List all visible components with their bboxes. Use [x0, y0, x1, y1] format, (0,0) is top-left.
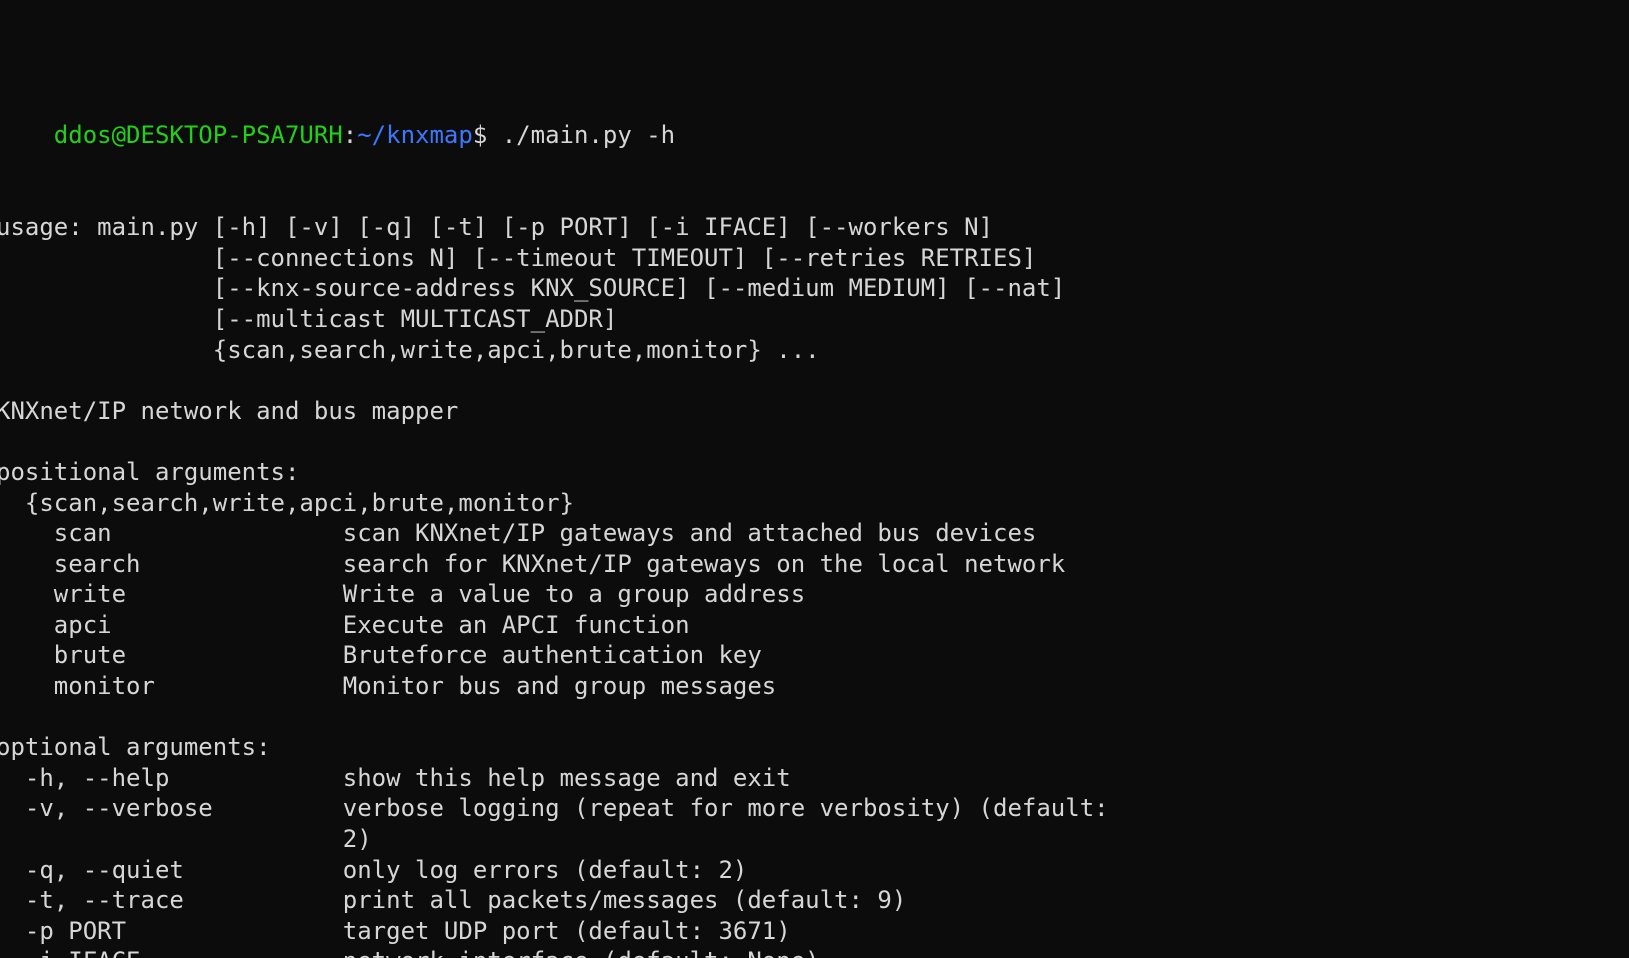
shell-prompt-line: ddos@DESKTOP-PSA7URH:~/knxmap$ ./main.py… [0, 90, 1629, 149]
prompt-separator: : [342, 121, 358, 150]
output-line: positional arguments: [0, 457, 300, 486]
prompt-path: ~/knxmap [357, 121, 473, 150]
output-line: -v, --verbose verbose logging (repeat fo… [0, 794, 1109, 823]
output-line: -i IFACE network interface (default: Non… [0, 946, 1629, 958]
output-line: search search for KNXnet/IP gateways on … [0, 549, 1066, 578]
output-line: KNXnet/IP network and bus mapper [0, 396, 459, 425]
prompt-command: ./main.py -h [487, 121, 676, 150]
output-blank-line [0, 426, 1629, 457]
output-line: {scan,search,write,apci,brute,monitor} [0, 488, 574, 517]
output-line: -p PORT target UDP port (default: 3671) [0, 916, 791, 945]
output-line: brute Bruteforce authentication key [0, 641, 762, 670]
output-line: optional arguments: [0, 733, 271, 762]
output-line: {scan,search,write,apci,brute,monitor} .… [0, 335, 820, 364]
output-line: [--multicast MULTICAST_ADDR] [0, 304, 618, 333]
output-line: [--connections N] [--timeout TIMEOUT] [-… [0, 243, 1037, 272]
prompt-user-host: ddos@DESKTOP-PSA7URH [53, 121, 343, 150]
output-line: [--knx-source-address KNX_SOURCE] [--med… [0, 274, 1066, 303]
output-line: scan scan KNXnet/IP gateways and attache… [0, 519, 1037, 548]
output-line: monitor Monitor bus and group messages [0, 672, 777, 701]
output-line: apci Execute an APCI function [0, 610, 690, 639]
output-line: write Write a value to a group address [0, 580, 806, 609]
terminal-window[interactable]: ddos@DESKTOP-PSA7URH:~/knxmap$ ./main.py… [0, 0, 1629, 958]
prompt-sigil: $ [472, 121, 488, 150]
output-blank-line [0, 702, 1629, 733]
output-line: -q, --quiet only log errors (default: 2) [0, 855, 748, 884]
output-blank-line [0, 365, 1629, 396]
output-line: usage: main.py [-h] [-v] [-q] [-t] [-p P… [0, 213, 993, 242]
output-line: 2) [0, 825, 372, 854]
output-line: -t, --trace print all packets/messages (… [0, 886, 907, 915]
command-output: usage: main.py [-h] [-v] [-q] [-t] [-p P… [0, 212, 1629, 958]
output-line: -h, --help show this help message and ex… [0, 763, 791, 792]
